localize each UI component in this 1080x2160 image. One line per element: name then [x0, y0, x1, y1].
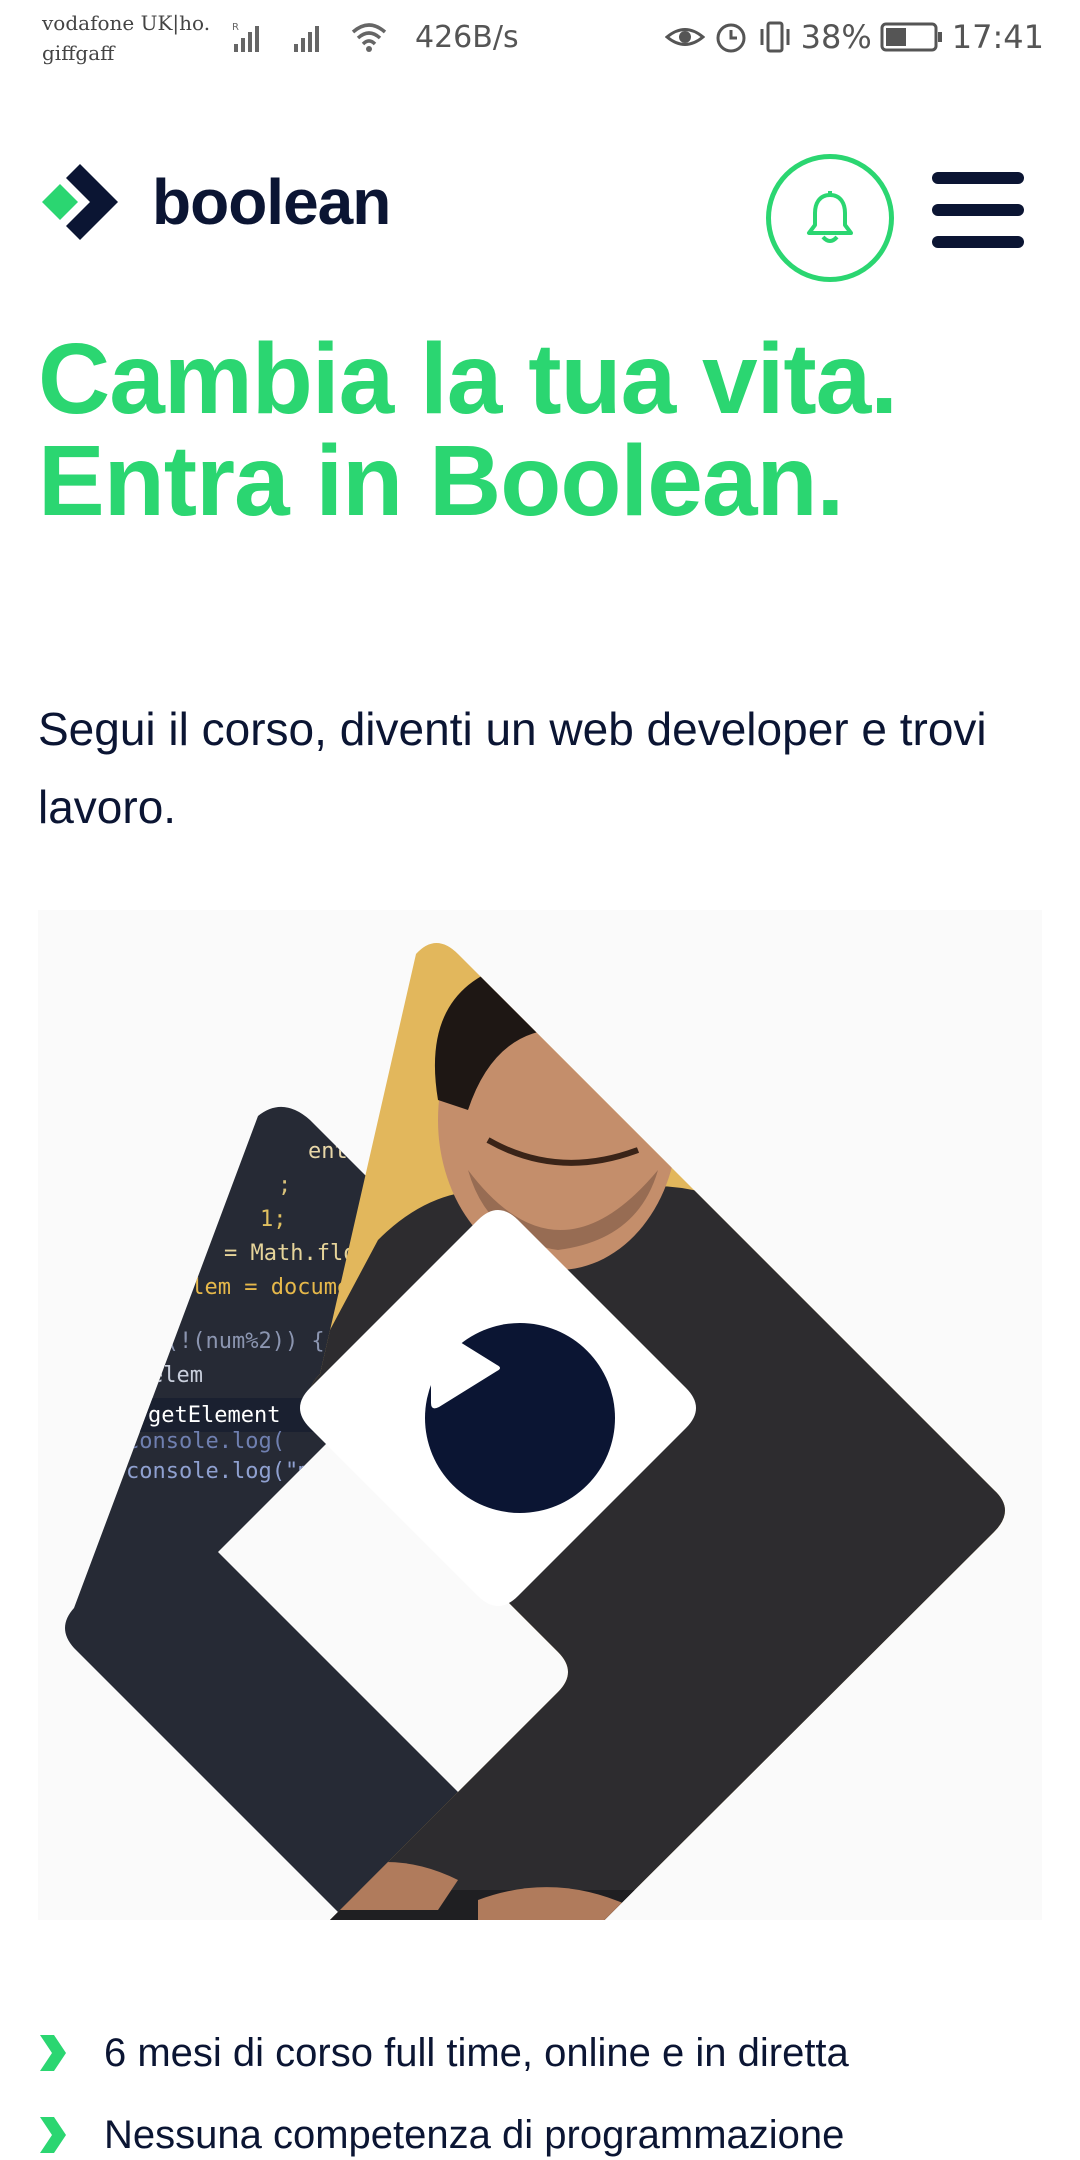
signal-r-icon: R	[232, 22, 259, 52]
code-line: getElement	[148, 1403, 280, 1428]
carrier-label: vodafone UK|ho. giffgaff	[42, 8, 210, 68]
hero-subtitle: Segui il corso, diventi un web developer…	[38, 703, 987, 833]
chevron-right-icon	[40, 2035, 66, 2071]
play-icon	[431, 1327, 500, 1409]
list-item: Nessuna competenza di programmazione	[38, 2094, 1048, 2160]
brand-name: boolean	[152, 166, 391, 238]
alarm-icon	[716, 23, 746, 53]
hero-title-line-1: Cambia la tua vita.	[38, 323, 898, 435]
battery-percent: 38%	[800, 18, 872, 56]
play-button[interactable]	[425, 1323, 615, 1513]
code-line: ;	[278, 1173, 291, 1198]
status-bar: vodafone UK|ho. giffgaff R 426B/s 38% 17…	[0, 0, 1080, 78]
svg-text:R: R	[232, 22, 239, 33]
menu-icon-bar	[932, 236, 1024, 248]
menu-icon	[932, 172, 1024, 184]
list-item: 6 mesi di corso full time, online e in d…	[38, 2012, 1048, 2094]
chevron-right-icon	[40, 2117, 66, 2153]
net-speed: 426B/s	[415, 20, 519, 55]
clock: 17:41	[951, 18, 1044, 56]
site-header: boolean	[0, 140, 1080, 282]
hero-title: Cambia la tua vita. Entra in Boolean.	[38, 328, 1048, 532]
feature-text: 6 mesi di corso full time, online e in d…	[104, 2030, 849, 2075]
code-line: 1;	[260, 1207, 287, 1232]
code-line: console.log(	[126, 1429, 285, 1454]
carrier-line-1: vodafone UK|ho.	[42, 11, 211, 35]
menu-button[interactable]	[932, 164, 1024, 256]
signal-icon	[294, 26, 319, 52]
feature-text: Nessuna competenza di programmazione	[104, 2112, 845, 2157]
brand-logo[interactable]: boolean	[38, 160, 391, 244]
svg-text:f: f	[110, 1407, 120, 1426]
battery-icon	[880, 22, 942, 52]
feature-list: 6 mesi di corso full time, online e in d…	[38, 2012, 1048, 2160]
logo-icon	[42, 164, 118, 240]
code-line: console.log("mo	[126, 1459, 325, 1484]
eye-icon	[664, 28, 705, 46]
intro-video[interactable]: entById("bt ; 1; = Math.floor(Mat elem =…	[38, 910, 1042, 1920]
menu-icon-bar	[932, 204, 1024, 216]
code-line: elem	[150, 1363, 203, 1388]
vibrate-icon	[760, 21, 790, 53]
notifications-button[interactable]	[766, 154, 894, 282]
bell-icon	[807, 191, 853, 243]
code-line: if (!(num%2)) {	[126, 1329, 325, 1354]
carrier-line-2: giffgaff	[42, 41, 115, 65]
wifi-icon	[351, 23, 387, 52]
hero-title-line-2: Entra in Boolean.	[38, 425, 844, 537]
